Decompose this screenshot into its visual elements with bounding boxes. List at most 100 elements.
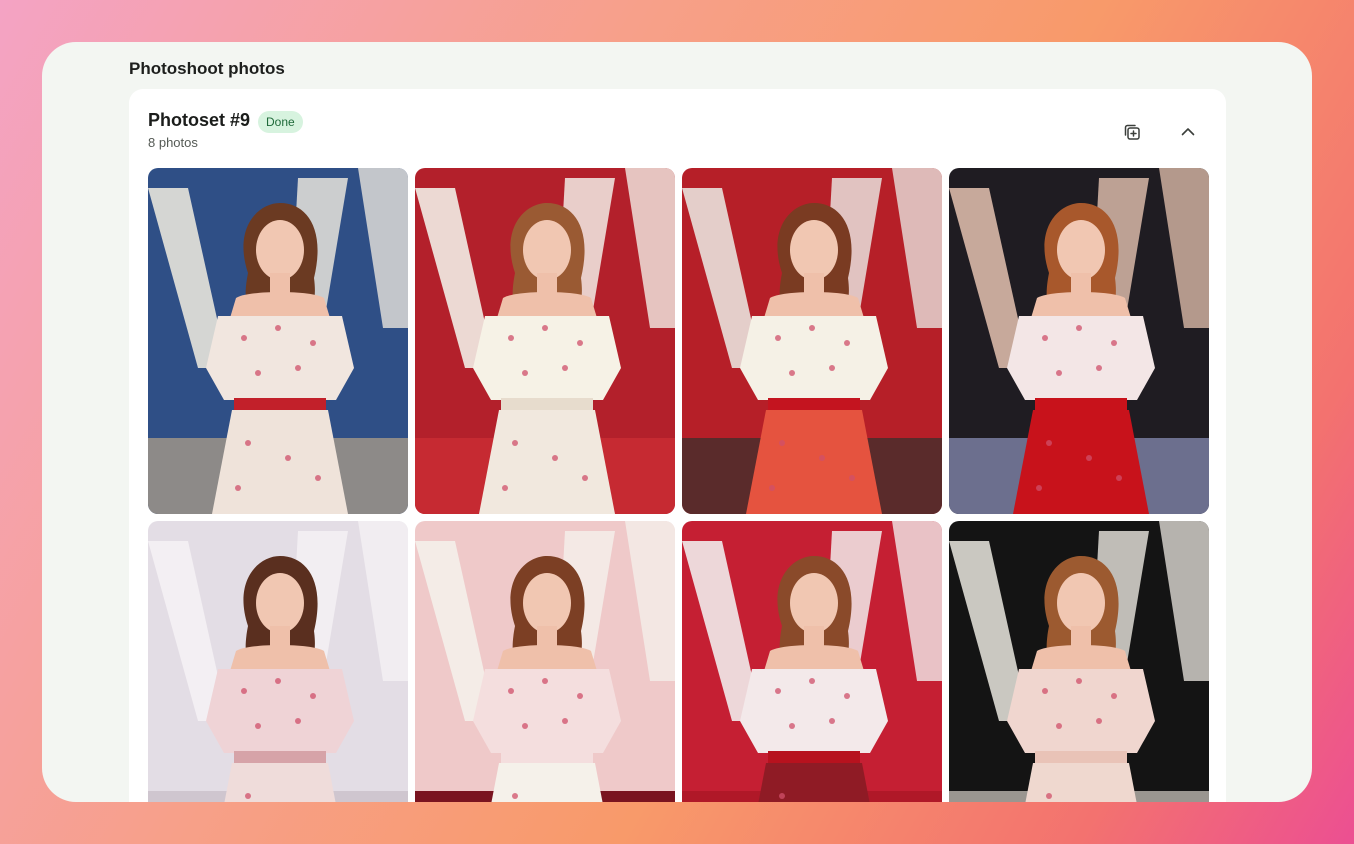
photo-shape <box>844 340 850 346</box>
photo-shape <box>1071 273 1091 295</box>
photo-shape <box>224 763 336 802</box>
photo-shape <box>1111 340 1117 346</box>
photo-shape <box>768 398 860 410</box>
photo-shape <box>241 335 247 341</box>
photoset-card: Photoset #9 Done 8 photos <box>129 89 1226 802</box>
photo-shape <box>230 292 330 318</box>
photo-shape <box>1035 751 1127 763</box>
photo-shape <box>501 751 593 763</box>
photo-shape <box>1056 723 1062 729</box>
photo-shape <box>523 573 571 633</box>
photo-shape <box>256 573 304 633</box>
photo-shape <box>255 723 261 729</box>
photo-shape <box>1031 292 1131 318</box>
photo-shape <box>1046 793 1052 799</box>
photo-shape <box>1025 763 1137 802</box>
photo-shape <box>769 485 775 491</box>
photo-shape <box>775 335 781 341</box>
photo-shape <box>829 718 835 724</box>
photo-shape <box>789 370 795 376</box>
photo-shape <box>270 626 290 648</box>
photo-shape <box>256 220 304 280</box>
photo-shape <box>844 693 850 699</box>
photo-thumbnail[interactable] <box>148 521 408 802</box>
photo-thumbnail[interactable] <box>682 168 942 514</box>
photo-shape <box>582 475 588 481</box>
photo-image <box>682 521 942 802</box>
photo-shape <box>1076 325 1082 331</box>
photo-shape <box>768 751 860 763</box>
photo-image <box>949 521 1209 802</box>
photo-shape <box>849 475 855 481</box>
photo-thumbnail[interactable] <box>949 521 1209 802</box>
photo-shape <box>315 475 321 481</box>
photo-shape <box>1035 398 1127 410</box>
photoset-header: Photoset #9 Done 8 photos <box>148 109 1207 153</box>
photo-thumbnail[interactable] <box>148 168 408 514</box>
photo-shape <box>1042 335 1048 341</box>
photo-shape <box>537 626 557 648</box>
photo-shape <box>497 645 597 671</box>
photo-shape <box>758 763 870 802</box>
photo-shape <box>508 335 514 341</box>
photo-shape <box>746 410 882 514</box>
photo-shape <box>819 455 825 461</box>
photo-shape <box>501 398 593 410</box>
photo-shape <box>1057 573 1105 633</box>
photo-shape <box>577 693 583 699</box>
photo-shape <box>789 723 795 729</box>
photoset-title: Photoset #9 <box>148 110 251 130</box>
photo-shape <box>764 292 864 318</box>
photo-thumbnail[interactable] <box>415 168 675 514</box>
section-title: Photoshoot photos <box>129 59 285 78</box>
photo-shape <box>1056 370 1062 376</box>
photo-shape <box>790 220 838 280</box>
photo-shape <box>241 688 247 694</box>
photo-shape <box>1086 455 1092 461</box>
photo-shape <box>804 273 824 295</box>
duplicate-icon <box>1124 124 1140 140</box>
photo-shape <box>234 751 326 763</box>
photo-shape <box>552 455 558 461</box>
photo-shape <box>562 365 568 371</box>
photo-shape <box>295 718 301 724</box>
photo-shape <box>491 763 603 802</box>
photo-shape <box>577 340 583 346</box>
photo-shape <box>523 220 571 280</box>
photo-image <box>415 168 675 514</box>
collapse-button[interactable] <box>1175 119 1201 145</box>
photo-grid <box>148 168 1209 802</box>
photo-shape <box>829 365 835 371</box>
photo-thumbnail[interactable] <box>949 168 1209 514</box>
photo-shape <box>775 688 781 694</box>
photo-shape <box>1057 220 1105 280</box>
photo-shape <box>497 292 597 318</box>
app-window: Photoshoot photos Photoset #9 Done 8 pho… <box>42 42 1312 802</box>
photo-shape <box>512 440 518 446</box>
photo-shape <box>479 410 615 514</box>
photo-shape <box>275 325 281 331</box>
photo-shape <box>790 573 838 633</box>
photo-shape <box>522 723 528 729</box>
photo-shape <box>245 793 251 799</box>
photo-thumbnail[interactable] <box>682 521 942 802</box>
photo-shape <box>245 440 251 446</box>
photo-shape <box>1036 485 1042 491</box>
photo-shape <box>235 485 241 491</box>
photo-image <box>415 521 675 802</box>
photo-shape <box>234 398 326 410</box>
photo-shape <box>1096 365 1102 371</box>
photo-shape <box>562 718 568 724</box>
photo-shape <box>270 273 290 295</box>
photo-shape <box>1031 645 1131 671</box>
photo-shape <box>275 678 281 684</box>
chevron-up-icon <box>1181 128 1195 136</box>
photo-image <box>148 168 408 514</box>
duplicate-button[interactable] <box>1119 119 1145 145</box>
photo-thumbnail[interactable] <box>415 521 675 802</box>
photo-shape <box>764 645 864 671</box>
photo-shape <box>537 273 557 295</box>
photo-shape <box>502 485 508 491</box>
photo-shape <box>1046 440 1052 446</box>
photo-count: 8 photos <box>148 135 198 150</box>
